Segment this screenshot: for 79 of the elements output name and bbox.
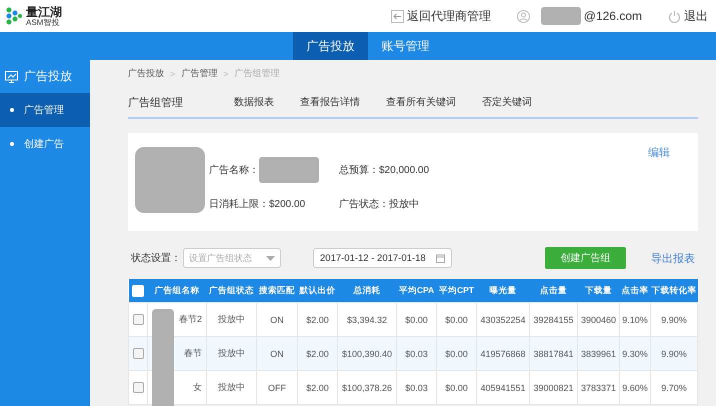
column-header: 默认出价	[298, 279, 338, 302]
table-cell: $2.00	[298, 370, 338, 404]
logo-subtitle: ASM智投	[26, 18, 60, 26]
sub-tab[interactable]: 数据报表	[234, 95, 274, 109]
field-value: $20,000.00	[379, 164, 430, 176]
breadcrumb-separator: >	[170, 68, 176, 78]
table-cell: 投放中	[206, 336, 256, 370]
table-cell: 3783371	[578, 370, 620, 404]
edit-link[interactable]: 编辑	[648, 145, 670, 160]
column-header: 点击量	[530, 279, 578, 302]
table-cell: $0.03	[396, 370, 436, 404]
table-cell: 9.60%	[620, 370, 650, 404]
breadcrumb-link[interactable]: 广告投放	[128, 67, 164, 80]
page-title: 广告组管理	[128, 96, 184, 110]
sub-tab[interactable]: 查看报告详情	[300, 95, 360, 109]
table-cell: 9.90%	[650, 336, 698, 370]
table-cell: $0.00	[436, 336, 476, 370]
redacted-block	[540, 7, 581, 25]
table-cell: 9.30%	[620, 336, 650, 370]
power-icon	[668, 10, 681, 22]
table-cell: $0.00	[436, 370, 476, 404]
column-header: 广告组状态	[206, 279, 256, 302]
logout-link[interactable]: 退出	[684, 8, 708, 24]
monitor-icon	[5, 70, 18, 82]
table-cell: $100,390.40	[338, 336, 396, 370]
column-header: 下载转化率	[650, 279, 698, 302]
table-cell: 419576868	[476, 336, 530, 370]
row-checkbox[interactable]	[132, 348, 144, 360]
column-header: 点击率	[620, 279, 650, 302]
bullet-icon	[10, 142, 14, 146]
calendar-icon	[436, 254, 445, 262]
field-label: 广告状态：	[339, 198, 389, 211]
table-cell: 3839961	[578, 336, 620, 370]
export-report-link[interactable]: 导出报表	[651, 250, 695, 266]
column-header: 总消耗	[338, 279, 396, 302]
column-header: 平均CPA	[396, 279, 436, 302]
caret-icon	[266, 256, 275, 260]
table-cell: 投放中	[206, 370, 256, 404]
table-cell: 405941551	[476, 370, 530, 404]
column-header: 广告组名称	[148, 279, 206, 302]
table-cell: 39000821	[530, 370, 578, 404]
redacted-block	[259, 157, 319, 183]
row-checkbox[interactable]	[132, 382, 144, 394]
nav-tab[interactable]: 广告投放	[293, 32, 368, 60]
column-header: 下载量	[578, 279, 620, 302]
user-icon	[516, 10, 530, 22]
logo-icon	[6, 7, 22, 25]
field-label: 日消耗上限：	[209, 198, 269, 211]
back-link[interactable]: 返回代理商管理	[406, 8, 491, 24]
table-cell: ON	[256, 336, 298, 370]
sub-tab[interactable]: 否定关键词	[482, 95, 532, 109]
sidebar-item[interactable]: 广告管理	[0, 93, 90, 127]
column-header: 搜索匹配	[256, 279, 298, 302]
field-value: 投放中	[389, 198, 419, 211]
table-cell: 9.70%	[650, 370, 698, 404]
table-cell: $100,378.26	[338, 370, 396, 404]
column-header: 平均CPT	[436, 279, 476, 302]
redacted-block	[135, 147, 205, 213]
user-email[interactable]: @126.com	[584, 9, 642, 23]
select-all-checkbox[interactable]	[132, 284, 144, 296]
logo-name: 量江湖	[26, 6, 62, 18]
sidebar-item[interactable]: 创建广告	[0, 127, 90, 161]
column-header: 曝光量	[476, 279, 530, 302]
field-value: $200.00	[269, 198, 306, 210]
table-cell: $2.00	[298, 336, 338, 370]
field-label: 广告名称：	[209, 164, 259, 177]
date-range-field[interactable]: 2017-01-12 - 2017-01-18	[313, 248, 452, 268]
status-label: 状态设置：	[131, 252, 181, 265]
sidebar-title: 广告投放	[24, 68, 72, 85]
row-checkbox[interactable]	[132, 314, 144, 326]
table-cell: OFF	[256, 370, 298, 404]
table-cell: $0.03	[396, 336, 436, 370]
sub-tab[interactable]: 查看所有关键词	[386, 95, 456, 109]
breadcrumb-link[interactable]: 广告管理	[181, 67, 218, 80]
breadcrumb-separator: >	[223, 68, 229, 78]
nav-tab[interactable]: 账号管理	[368, 32, 443, 60]
field-label: 总预算：	[339, 164, 379, 177]
bullet-icon	[10, 108, 14, 112]
table-cell: 38817841	[530, 336, 578, 370]
